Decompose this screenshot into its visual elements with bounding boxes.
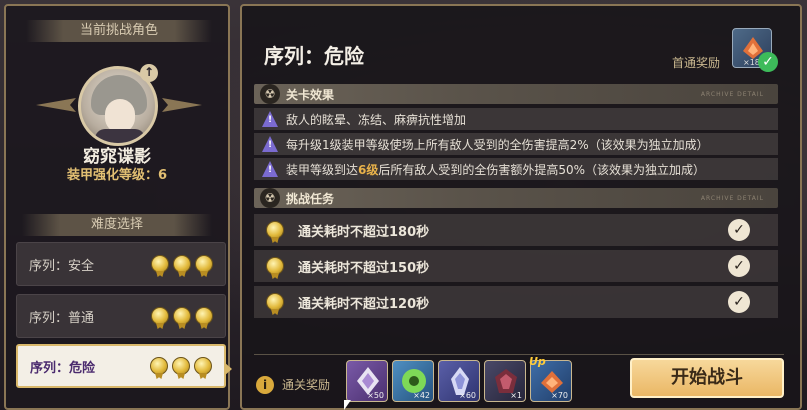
warning-icon: ! xyxy=(262,111,278,127)
completed-check-icon: ✓ xyxy=(728,219,750,241)
effect-text-post: 后所有敌人受到的全伤害额外提高50%（该效果为独立加成） xyxy=(378,162,706,177)
armor-level: 装甲强化等级：6 xyxy=(66,168,168,183)
claimed-check-icon: ✓ xyxy=(758,52,778,72)
hazard-icon: ☢ xyxy=(260,188,280,208)
task-row: 通关耗时不超过120秒 ✓ xyxy=(254,286,778,318)
effect-row: ! 装甲等级到达6级后所有敌人受到的全伤害额外提高50%（该效果为独立加成） xyxy=(254,158,778,180)
medal-icon xyxy=(266,221,284,239)
medal-icon xyxy=(172,357,190,375)
left-wing-ornament xyxy=(36,98,76,112)
current-character-header: 当前挑战角色 xyxy=(26,20,212,42)
stage-detail-panel: 序列：危险 首通奖励 ×18 ✓ ☢ 关卡效果 ARCHIVE DETAIL !… xyxy=(240,4,802,410)
start-battle-button[interactable]: 开始战斗 xyxy=(630,358,784,398)
difficulty-normal[interactable]: 序列：普通 xyxy=(16,294,226,338)
reward-item-upgrade-emblem[interactable]: Up ×70 xyxy=(529,355,572,402)
item-quantity: ×1 xyxy=(510,391,522,400)
medal-icon xyxy=(266,257,284,275)
medal-icon xyxy=(151,307,169,325)
hazard-icon: ☢ xyxy=(260,84,280,104)
info-icon[interactable]: i xyxy=(256,376,274,394)
item-quantity: ×50 xyxy=(367,391,384,400)
difficulty-danger[interactable]: 序列：危险 xyxy=(16,344,232,388)
medal-icon xyxy=(151,255,169,273)
effect-text: 装甲等级到达6级后所有敌人受到的全伤害额外提高50%（该效果为独立加成） xyxy=(286,161,705,178)
difficulty-label: 序列：普通 xyxy=(29,310,95,326)
item-quantity: ×42 xyxy=(413,391,430,400)
medal-group xyxy=(151,307,213,325)
upgrade-badge: Up xyxy=(529,355,546,368)
reward-item-blue-crystal[interactable]: ×60 xyxy=(438,360,480,402)
difficulty-header: 难度选择 xyxy=(22,214,212,236)
difficulty-label: 序列：安全 xyxy=(29,258,95,274)
difficulty-safe[interactable]: 序列：安全 xyxy=(16,242,226,286)
effect-text: 敌人的眩晕、冻结、麻痹抗性增加 xyxy=(286,112,467,127)
difficulty-label: 序列：危险 xyxy=(30,360,96,376)
task-text: 通关耗时不超过120秒 xyxy=(298,296,430,312)
section-subtitle: ARCHIVE DETAIL xyxy=(700,90,764,98)
task-text: 通关耗时不超过150秒 xyxy=(298,260,430,276)
upgrade-arrow-icon[interactable]: ↑ xyxy=(140,64,158,82)
task-row: 通关耗时不超过150秒 ✓ xyxy=(254,250,778,282)
completed-check-icon: ✓ xyxy=(728,291,750,313)
first-clear-reward-label: 首通奖励 xyxy=(672,56,721,70)
warning-icon: ! xyxy=(262,161,278,177)
effect-row: ! 敌人的眩晕、冻结、麻痹抗性增加 xyxy=(254,108,778,130)
medal-icon xyxy=(194,357,212,375)
challenge-tasks-header: ☢ 挑战任务 ARCHIVE DETAIL xyxy=(254,188,778,208)
medal-group xyxy=(151,255,213,273)
effect-text-pre: 装甲等级到达 xyxy=(286,162,359,177)
reward-item-dark-gem[interactable]: ×1 xyxy=(484,360,526,402)
effect-row: ! 每升级1级装甲等级使场上所有敌人受到的全伤害提高2%（该效果为独立加成） xyxy=(254,133,778,155)
stage-effect-header: ☢ 关卡效果 ARCHIVE DETAIL xyxy=(254,84,778,104)
medal-icon xyxy=(195,255,213,273)
reward-item-purple-shard[interactable]: ×50 xyxy=(346,360,388,402)
effect-highlight: 6级 xyxy=(358,162,379,177)
character-panel: 当前挑战角色 ↑ 窈窕谍影 装甲强化等级：6 难度选择 序列：安全 序列：普通 … xyxy=(4,4,232,410)
section-subtitle: ARCHIVE DETAIL xyxy=(700,194,764,202)
task-text: 通关耗时不超过180秒 xyxy=(298,224,430,240)
stage-title: 序列：危险 xyxy=(264,44,364,68)
item-quantity: ×60 xyxy=(459,391,476,400)
medal-icon xyxy=(173,307,191,325)
pass-reward-label: 通关奖励 xyxy=(282,378,331,392)
medal-icon xyxy=(173,255,191,273)
right-wing-ornament xyxy=(162,98,202,112)
section-title: 挑战任务 xyxy=(286,191,335,206)
completed-check-icon: ✓ xyxy=(728,255,750,277)
item-quantity: ×70 xyxy=(551,391,568,400)
reward-item-green-disc[interactable]: ×42 xyxy=(392,360,434,402)
warning-icon: ! xyxy=(262,136,278,152)
medal-icon xyxy=(195,307,213,325)
selected-arrow-icon xyxy=(224,362,232,376)
divider xyxy=(254,354,784,355)
effect-text: 每升级1级装甲等级使场上所有敌人受到的全伤害提高2%（该效果为独立加成） xyxy=(286,137,709,152)
medal-group xyxy=(150,357,212,375)
medal-icon xyxy=(150,357,168,375)
mouse-cursor-icon xyxy=(344,400,351,410)
section-title: 关卡效果 xyxy=(286,87,335,102)
medal-icon xyxy=(266,293,284,311)
task-row: 通关耗时不超过180秒 ✓ xyxy=(254,214,778,246)
character-avatar[interactable]: ↑ xyxy=(78,64,158,146)
